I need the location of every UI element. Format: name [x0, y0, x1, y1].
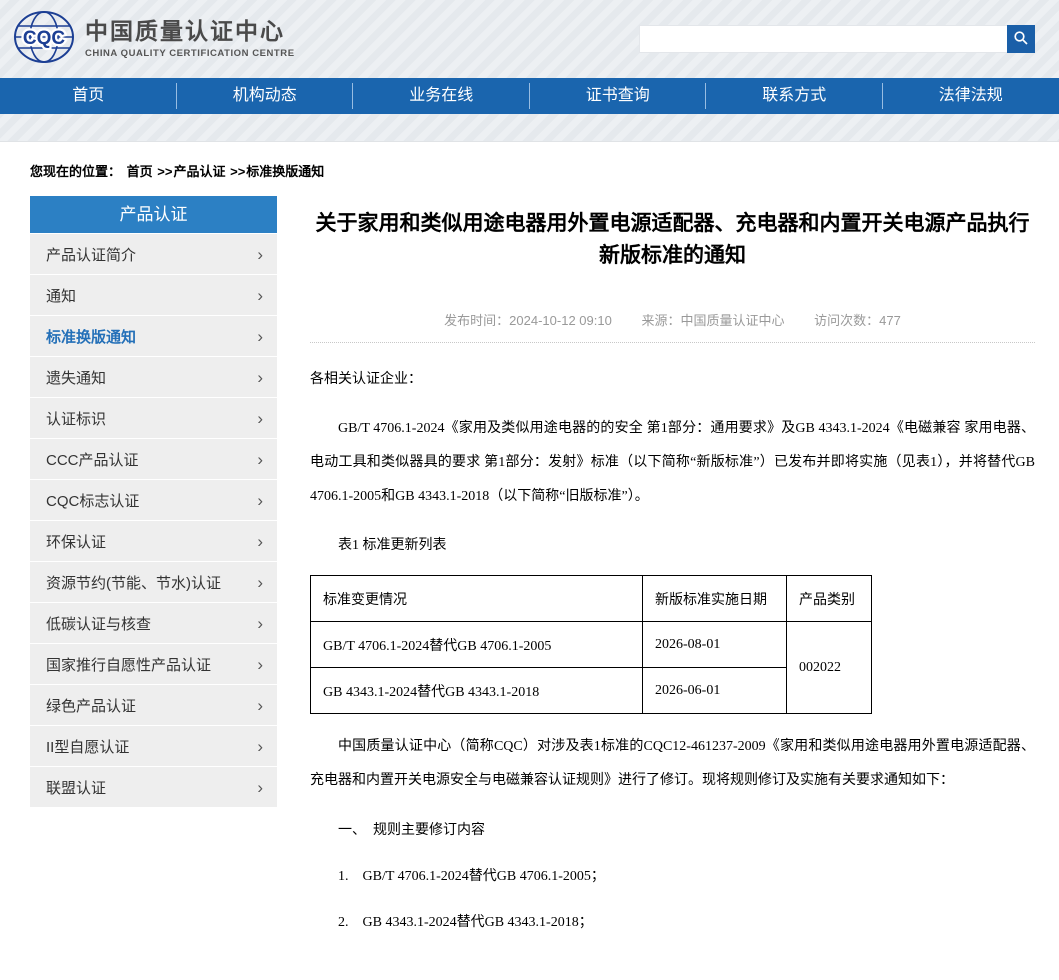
chevron-right-icon: › — [257, 410, 263, 427]
nav-item[interactable]: 首页 — [0, 78, 177, 114]
breadcrumb-link[interactable]: 产品认证 — [173, 164, 225, 179]
search-box — [639, 25, 1035, 53]
sidebar-item[interactable]: 资源节约(节能、节水)认证 › — [30, 562, 277, 602]
chevron-right-icon: › — [257, 615, 263, 632]
nav-item[interactable]: 法律法规 — [883, 78, 1059, 114]
brand-title-cn: 中国质量认证中心 — [85, 19, 295, 44]
source: 来源：中国质量认证中心 — [641, 313, 784, 328]
cell-change: GB/T 4706.1-2024替代GB 4706.1-2005 — [311, 622, 643, 668]
header-category: 产品类别 — [787, 576, 872, 622]
paragraph-intro: GB/T 4706.1-2024《家用及类似用途电器的的安全 第1部分：通用要求… — [310, 412, 1035, 514]
sidebar-item[interactable]: 联盟认证 › — [30, 767, 277, 807]
brand: CQC 中国质量认证中心 CHINA QUALITY CERTIFICATION… — [13, 10, 295, 69]
svg-text:CQC: CQC — [23, 28, 66, 49]
main-nav: 首页 机构动态 业务在线 证书查询 联系方式 法律法规 — [0, 78, 1059, 114]
brand-title-en: CHINA QUALITY CERTIFICATION CENTRE — [85, 48, 295, 59]
section-heading-one: 一、 规则主要修订内容 — [310, 814, 1035, 848]
sidebar: 产品认证 产品认证简介 › 通知 › 标准换版通知 › 遗失通知 › 认证标 — [30, 196, 277, 807]
chevron-right-icon: › — [257, 533, 263, 550]
cell-date: 2026-06-01 — [643, 668, 787, 714]
search-icon — [1013, 30, 1029, 49]
article-body: 各相关认证企业： GB/T 4706.1-2024《家用及类似用途电器的的安全 … — [310, 363, 1035, 940]
header-date: 新版标准实施日期 — [643, 576, 787, 622]
page-body: 您现在的位置： 首页 >>产品认证 >>标准换版通知 产品认证 产品认证简介 ›… — [0, 141, 1059, 980]
chevron-right-icon: › — [257, 738, 263, 755]
article: 关于家用和类似用途电器用外置电源适配器、充电器和内置开关电源产品执行新版标准的通… — [310, 196, 1035, 940]
sidebar-item[interactable]: 通知 › — [30, 275, 277, 315]
sidebar-item[interactable]: CCC产品认证 › — [30, 439, 277, 479]
list-item-2: 2. GB 4343.1-2024替代GB 4343.1-2018； — [310, 906, 1035, 940]
article-meta: 发布时间：2024-10-12 09:10 来源：中国质量认证中心 访问次数：4… — [310, 310, 1035, 343]
table-header-row: 标准变更情况 新版标准实施日期 产品类别 — [311, 576, 872, 622]
sidebar-item[interactable]: 绿色产品认证 › — [30, 685, 277, 725]
nav-item[interactable]: 机构动态 — [177, 78, 354, 114]
sidebar-item[interactable]: 国家推行自愿性产品认证 › — [30, 644, 277, 684]
cell-change: GB 4343.1-2024替代GB 4343.1-2018 — [311, 668, 643, 714]
sidebar-item[interactable]: 环保认证 › — [30, 521, 277, 561]
chevron-right-icon: › — [257, 246, 263, 263]
breadcrumb: 您现在的位置： 首页 >>产品认证 >>标准换版通知 — [30, 161, 1035, 180]
visit-count: 访问次数：477 — [814, 313, 901, 328]
chevron-right-icon: › — [257, 656, 263, 673]
sidebar-item[interactable]: 低碳认证与核查 › — [30, 603, 277, 643]
table-row: GB/T 4706.1-2024替代GB 4706.1-2005 2026-08… — [311, 622, 872, 668]
publish-time: 发布时间：2024-10-12 09:10 — [444, 313, 612, 328]
paragraph-salutation: 各相关认证企业： — [310, 363, 1035, 397]
nav-item[interactable]: 业务在线 — [353, 78, 530, 114]
nav-item[interactable]: 联系方式 — [706, 78, 883, 114]
nav-item[interactable]: 证书查询 — [530, 78, 707, 114]
cell-date: 2026-08-01 — [643, 622, 787, 668]
cqc-logo-icon: CQC — [13, 10, 75, 69]
chevron-right-icon: › — [257, 369, 263, 386]
chevron-right-icon: › — [257, 697, 263, 714]
breadcrumb-label: 您现在的位置： — [30, 164, 121, 179]
article-title: 关于家用和类似用途电器用外置电源适配器、充电器和内置开关电源产品执行新版标准的通… — [310, 208, 1035, 272]
site-header: CQC 中国质量认证中心 CHINA QUALITY CERTIFICATION… — [0, 0, 1059, 78]
list-item-1: 1. GB/T 4706.1-2024替代GB 4706.1-2005； — [310, 860, 1035, 894]
breadcrumb-link[interactable]: 首页 — [127, 164, 153, 179]
sidebar-item[interactable]: II型自愿认证 › — [30, 726, 277, 766]
sidebar-item[interactable]: 认证标识 › — [30, 398, 277, 438]
chevron-right-icon: › — [257, 779, 263, 796]
cell-product-category: 002022 — [787, 622, 872, 714]
breadcrumb-link[interactable]: 标准换版通知 — [246, 164, 324, 179]
table-caption: 表1 标准更新列表 — [310, 529, 1035, 563]
standards-table: 标准变更情况 新版标准实施日期 产品类别 GB/T 4706.1-2024替代G… — [310, 575, 872, 714]
search-input[interactable] — [640, 26, 1008, 52]
sidebar-item[interactable]: 产品认证简介 › — [30, 234, 277, 274]
sidebar-item[interactable]: 标准换版通知 › — [30, 316, 277, 356]
sidebar-menu: 产品认证简介 › 通知 › 标准换版通知 › 遗失通知 › 认证标识 › — [30, 234, 277, 807]
chevron-right-icon: › — [257, 574, 263, 591]
chevron-right-icon: › — [257, 328, 263, 345]
chevron-right-icon: › — [257, 492, 263, 509]
chevron-right-icon: › — [257, 451, 263, 468]
paragraph-revision: 中国质量认证中心（简称CQC）对涉及表1标准的CQC12-461237-2009… — [310, 730, 1035, 798]
chevron-right-icon: › — [257, 287, 263, 304]
sidebar-item[interactable]: 遗失通知 › — [30, 357, 277, 397]
header-change: 标准变更情况 — [311, 576, 643, 622]
sidebar-item[interactable]: CQC标志认证 › — [30, 480, 277, 520]
sidebar-title: 产品认证 — [30, 196, 277, 233]
search-button[interactable] — [1007, 25, 1035, 53]
